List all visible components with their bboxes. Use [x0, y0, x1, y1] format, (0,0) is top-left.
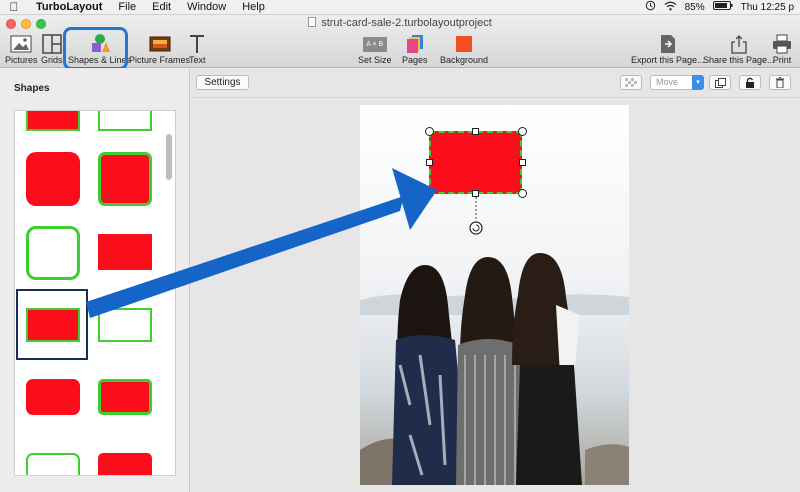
annotation-arrow: [86, 168, 437, 318]
